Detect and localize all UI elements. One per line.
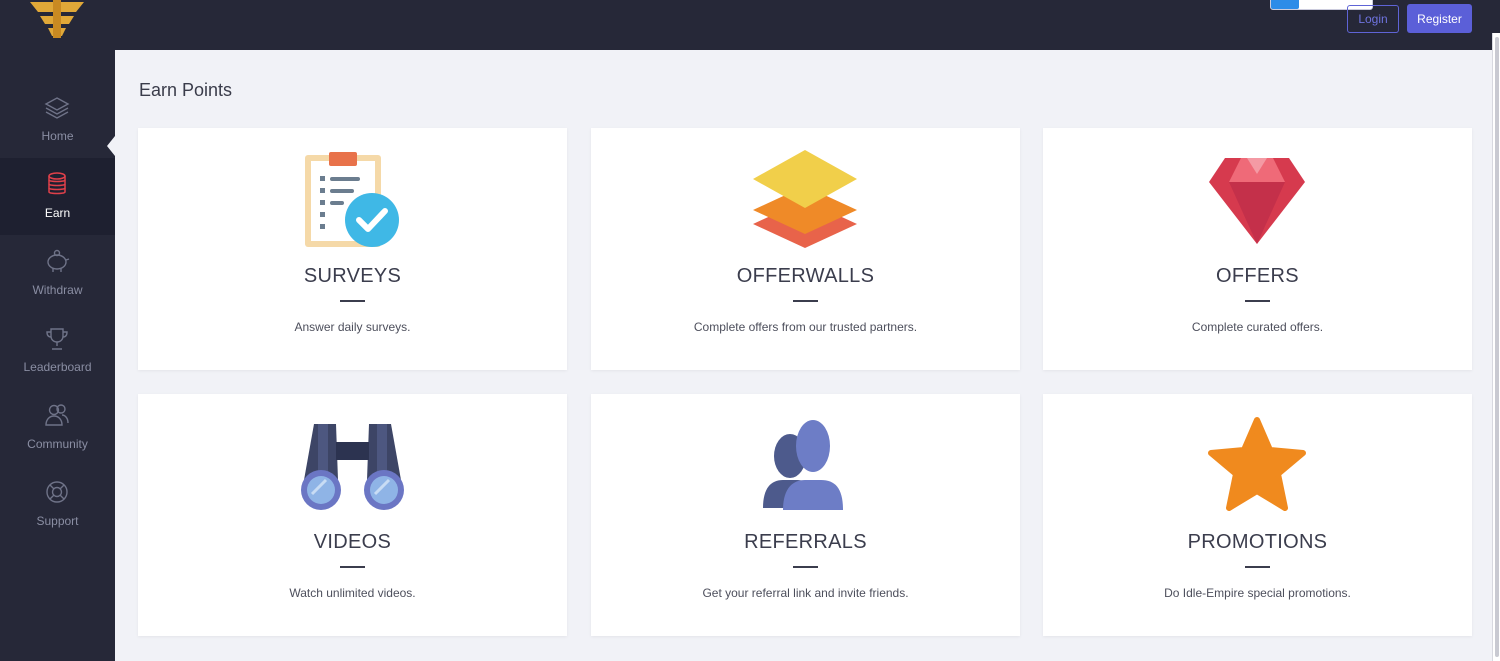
sidebar-item-community[interactable]: Community xyxy=(0,389,115,466)
sidebar-item-label: Home xyxy=(41,129,74,143)
card-promotions[interactable]: PROMOTIONS Do Idle-Empire special promot… xyxy=(1043,394,1472,636)
lifebuoy-icon xyxy=(46,481,68,503)
sidebar-item-withdraw[interactable]: Withdraw xyxy=(0,235,115,312)
divider xyxy=(793,300,818,302)
top-bar: Login Register xyxy=(0,0,1500,50)
card-description: Answer daily surveys. xyxy=(294,320,411,334)
trophy-icon xyxy=(46,328,68,350)
divider xyxy=(340,566,365,568)
card-offers[interactable]: OFFERS Complete curated offers. xyxy=(1043,128,1472,370)
sidebar-item-label: Community xyxy=(27,437,88,451)
logo-icon[interactable] xyxy=(22,0,92,44)
sidebar-item-label: Support xyxy=(36,514,79,528)
sidebar-item-earn[interactable]: Earn xyxy=(0,158,115,235)
active-indicator xyxy=(107,136,115,156)
card-description: Complete curated offers. xyxy=(1191,320,1324,334)
card-title: SURVEYS xyxy=(303,265,402,287)
register-button[interactable]: Register xyxy=(1407,4,1472,33)
sidebar-item-label: Withdraw xyxy=(32,283,83,297)
coins-icon xyxy=(48,172,66,195)
sidebar-item-label: Earn xyxy=(44,206,71,220)
card-description: Get your referral link and invite friend… xyxy=(702,586,909,600)
card-surveys[interactable]: SURVEYS Answer daily surveys. xyxy=(138,128,567,370)
divider xyxy=(1245,300,1270,302)
sidebar-item-leaderboard[interactable]: Leaderboard xyxy=(0,312,115,389)
card-title: REFERRALS xyxy=(744,531,867,553)
flag-icon xyxy=(1271,0,1299,9)
binoculars-icon xyxy=(301,424,404,510)
scrollbar[interactable] xyxy=(1492,33,1500,661)
card-title: OFFERS xyxy=(1216,265,1299,287)
login-button[interactable]: Login xyxy=(1347,5,1399,33)
card-referrals[interactable]: REFERRALS Get your referral link and inv… xyxy=(591,394,1020,636)
card-description: Watch unlimited videos. xyxy=(289,586,416,600)
card-title: PROMOTIONS xyxy=(1187,531,1328,553)
page-title: Earn Points xyxy=(139,80,233,100)
divider xyxy=(1245,566,1270,568)
star-icon xyxy=(1208,417,1306,511)
card-videos[interactable]: VIDEOS Watch unlimited videos. xyxy=(138,394,567,636)
users-icon xyxy=(763,420,843,510)
users-icon xyxy=(45,404,69,426)
sidebar: Home Earn Withdraw Leaderboard Community… xyxy=(0,50,115,661)
card-description: Do Idle-Empire special promotions. xyxy=(1164,586,1351,600)
scrollbar-thumb[interactable] xyxy=(1495,37,1499,657)
layers-stack-icon xyxy=(753,150,857,248)
divider xyxy=(793,566,818,568)
diamond-icon xyxy=(1209,158,1305,244)
clipboard-check-icon xyxy=(305,152,399,247)
card-title: VIDEOS xyxy=(313,531,392,553)
card-description: Complete offers from our trusted partner… xyxy=(693,320,918,334)
divider xyxy=(340,300,365,302)
layers-icon xyxy=(44,97,70,119)
sidebar-item-support[interactable]: Support xyxy=(0,466,115,543)
piggy-bank-icon xyxy=(47,249,70,272)
card-offerwalls[interactable]: OFFERWALLS Complete offers from our trus… xyxy=(591,128,1020,370)
sidebar-item-label: Leaderboard xyxy=(23,360,92,374)
sidebar-item-home[interactable]: Home xyxy=(0,81,115,158)
card-title: OFFERWALLS xyxy=(736,265,875,287)
